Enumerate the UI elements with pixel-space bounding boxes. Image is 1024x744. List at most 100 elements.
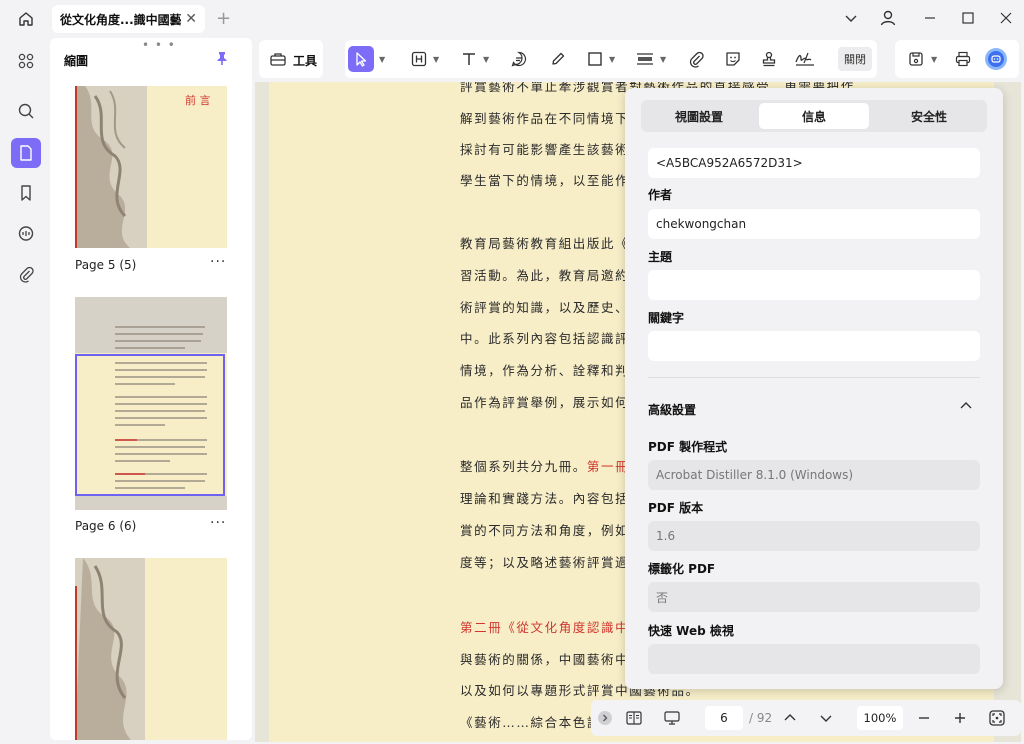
new-tab-icon[interactable]: + xyxy=(216,8,231,29)
tools-button[interactable]: 工具 xyxy=(259,40,323,78)
thumbnail-page-6[interactable] xyxy=(75,297,227,510)
pdf-version-label: PDF 版本 xyxy=(648,501,704,515)
advanced-settings-label: 高級設置 xyxy=(648,403,697,417)
panel-grip-handle[interactable]: • • • xyxy=(142,38,176,52)
document-text-line: 與藝術的關係，中國藝術中蘊 xyxy=(460,652,644,667)
tab-close-icon[interactable]: ✕ xyxy=(185,11,197,27)
annotation-tools-group: ▼ ▼ ▼ ▼ ▼ 關閉 xyxy=(345,40,877,78)
thumbnail-label: Page 6 (6) xyxy=(75,519,137,533)
select-cursor-icon[interactable] xyxy=(348,46,374,72)
page-6-text-preview xyxy=(115,326,207,489)
document-red-text-line: 第二冊《從文化角度認識中國 xyxy=(460,620,644,635)
document-text-line: 教育局藝術教育組出版此《藝 xyxy=(460,236,644,251)
attachment-icon[interactable] xyxy=(11,259,41,289)
total-pages-label: / 92 xyxy=(749,711,773,725)
pdf-version-field: 1.6 xyxy=(648,521,980,551)
thumbnail-panel-title: 縮圖 xyxy=(64,54,89,68)
document-text-line: 採討有可能影響產生該藝術作 xyxy=(460,142,644,157)
document-text-line: 情境，作為分析、詮釋和判斷 xyxy=(460,363,644,378)
author-field[interactable]: chekwongchan xyxy=(648,209,980,239)
chevron-down-icon[interactable]: ▼ xyxy=(379,55,385,64)
document-text-line: 中。此系列內容包括認識評賞 xyxy=(460,331,644,346)
apps-grid-icon[interactable] xyxy=(11,46,41,76)
document-text-line: 度等；以及略述藝術評賞過程 xyxy=(460,555,644,570)
close-annotation-button[interactable]: 關閉 xyxy=(838,47,872,71)
tab-title: 從文化角度...識中國藝術 xyxy=(60,12,182,27)
ai-assistant-icon[interactable] xyxy=(983,46,1009,72)
rectangle-shape-icon[interactable] xyxy=(582,46,608,72)
text-tool-icon[interactable] xyxy=(456,46,482,72)
current-page-input[interactable]: 6 xyxy=(705,706,743,730)
signature-icon[interactable] xyxy=(792,46,818,72)
chevron-down-icon[interactable]: ▼ xyxy=(483,55,489,64)
pencil-icon[interactable] xyxy=(545,46,571,72)
toolbox-icon xyxy=(269,51,287,70)
thumbnail-more-icon[interactable]: ··· xyxy=(210,515,226,531)
maximize-icon[interactable] xyxy=(958,8,978,28)
thumbnail-page-5[interactable]: 前 言 xyxy=(75,86,227,248)
paperclip-icon[interactable] xyxy=(683,46,709,72)
document-text-line: 習活動。為此，教育局邀約了 xyxy=(460,268,644,283)
chevron-down-icon[interactable]: ▼ xyxy=(931,55,937,64)
tab-security[interactable]: 安全性 xyxy=(874,103,984,129)
print-icon[interactable] xyxy=(950,46,976,72)
tagged-pdf-field: 否 xyxy=(648,582,980,612)
tab-info[interactable]: 信息 xyxy=(759,103,869,129)
chevron-down-icon[interactable]: ▼ xyxy=(433,55,439,64)
save-icon[interactable] xyxy=(903,46,929,72)
search-icon[interactable] xyxy=(11,96,41,126)
fast-web-view-field xyxy=(648,644,980,674)
thumbnail-panel: • • • 縮圖 前 言 Page 5 (5) ··· Page 6 (6) ·… xyxy=(50,38,252,740)
zoom-out-icon[interactable] xyxy=(915,706,933,730)
title-bar: 從文化角度...識中國藝術 ✕ + xyxy=(0,0,1024,36)
keywords-label: 關鍵字 xyxy=(648,311,685,325)
zoom-in-icon[interactable] xyxy=(951,706,969,730)
comment-icon[interactable] xyxy=(11,219,41,249)
chevron-down-icon[interactable] xyxy=(841,8,861,28)
document-id-field[interactable]: <A5BCA952A6572D31> xyxy=(648,148,980,178)
fast-web-view-label: 快速 Web 檢視 xyxy=(648,624,734,638)
document-text-line: 學生當下的情境，以至能作出 xyxy=(460,173,644,188)
tab-view-settings[interactable]: 視圖設置 xyxy=(644,103,754,129)
document-text-line: 解到藝術作品在不同情境下會 xyxy=(460,111,644,126)
account-icon[interactable] xyxy=(878,8,898,28)
zoom-level-field[interactable]: 100% xyxy=(857,706,903,730)
thumbnails-icon[interactable] xyxy=(11,138,41,168)
thumbnail-page-7[interactable] xyxy=(75,558,227,740)
sticky-note-icon[interactable] xyxy=(506,46,532,72)
highlight-icon[interactable] xyxy=(406,46,432,72)
subject-field[interactable] xyxy=(648,270,980,300)
bookmark-icon[interactable] xyxy=(11,178,41,208)
fit-page-icon[interactable] xyxy=(987,706,1007,730)
presentation-icon[interactable] xyxy=(661,706,683,730)
author-label: 作者 xyxy=(648,188,673,202)
home-icon[interactable] xyxy=(12,6,40,32)
chevron-up-icon[interactable] xyxy=(959,400,973,414)
previous-page-icon[interactable] xyxy=(781,706,799,730)
section-divider xyxy=(648,377,980,378)
window-close-icon[interactable] xyxy=(996,8,1016,28)
document-text-line: 品作為評賞舉例，展示如何選 xyxy=(460,395,644,410)
left-rail xyxy=(0,36,50,744)
tagged-pdf-label: 標籤化 PDF xyxy=(648,562,716,576)
stamp-area-icon[interactable] xyxy=(632,46,658,72)
chevron-down-icon[interactable]: ▼ xyxy=(660,55,666,64)
next-page-icon[interactable] xyxy=(817,706,835,730)
tools-label: 工具 xyxy=(293,54,318,68)
chevron-down-icon[interactable]: ▼ xyxy=(609,55,615,64)
keywords-field[interactable] xyxy=(648,331,980,361)
document-text-line: 理論和實踐方法。內容包括簡 xyxy=(460,491,644,506)
pin-icon[interactable] xyxy=(214,50,230,69)
page-layout-icon[interactable] xyxy=(623,706,645,730)
properties-tab-bar: 視圖設置 信息 安全性 xyxy=(641,100,987,132)
document-text-line: 整個系列共分九冊。第一冊《 xyxy=(460,456,643,475)
thumbnail-more-icon[interactable]: ··· xyxy=(210,254,226,270)
collapse-toggle-icon[interactable] xyxy=(596,706,614,730)
minimize-icon[interactable] xyxy=(920,8,940,28)
thumbnail-heading: 前 言 xyxy=(185,94,211,107)
document-tab[interactable]: 從文化角度...識中國藝術 ✕ xyxy=(52,5,205,33)
stamp-icon[interactable] xyxy=(756,46,782,72)
document-text-line: 術評賞的知識，以及歷史、文 xyxy=(460,300,644,315)
sticker-icon[interactable] xyxy=(720,46,746,72)
document-text-span: 整個系列共分九冊。 xyxy=(460,459,587,474)
